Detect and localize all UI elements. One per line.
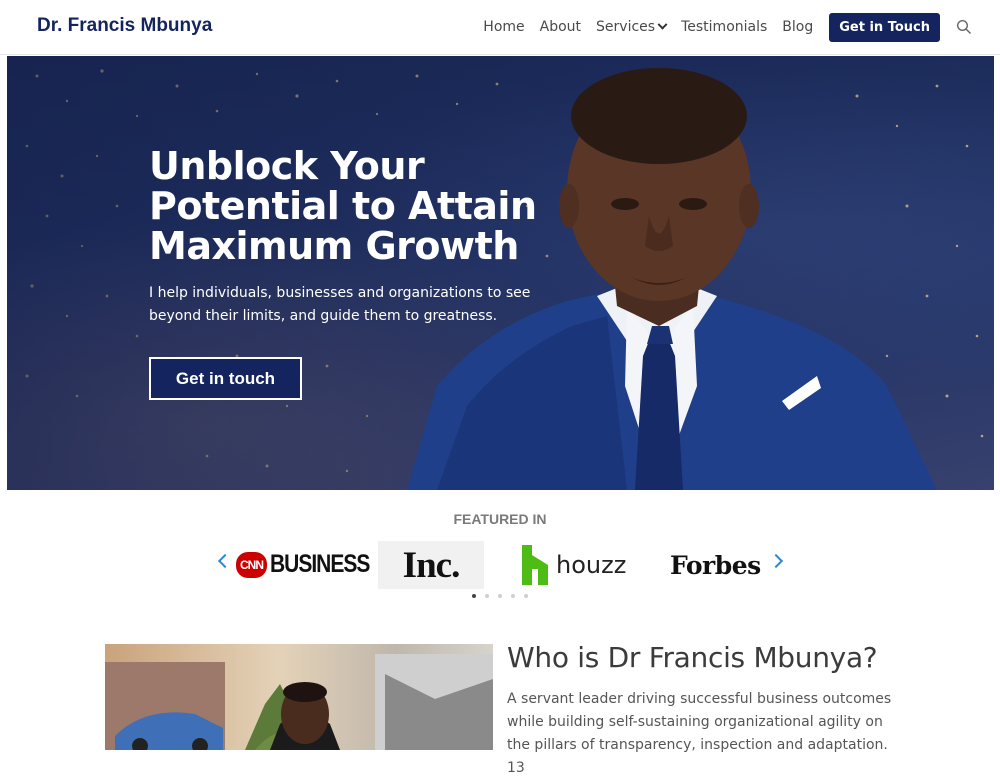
chevron-down-icon	[657, 19, 668, 30]
inc-wordmark: Inc.	[402, 544, 461, 586]
cnn-logo-badge: CNN	[236, 552, 267, 578]
about-title: Who is Dr Francis Mbunya?	[507, 641, 878, 674]
logo-cnn-business: CNN BUSINESS	[236, 541, 370, 589]
logo-inc: Inc.	[378, 541, 484, 589]
site-header: Dr. Francis Mbunya Home About Services T…	[0, 0, 1000, 55]
carousel-dot[interactable]	[472, 594, 476, 598]
carousel-dot[interactable]	[524, 594, 528, 598]
carousel-dot[interactable]	[485, 594, 489, 598]
featured-in-label: FEATURED IN	[453, 511, 547, 527]
nav-home[interactable]: Home	[483, 19, 524, 35]
nav-services[interactable]: Services	[596, 19, 668, 35]
nav-about[interactable]: About	[540, 19, 581, 35]
carousel-dot[interactable]	[511, 594, 515, 598]
carousel-dot[interactable]	[498, 594, 502, 598]
portrait-image	[407, 68, 937, 490]
main-nav: Home About Services Testimonials Blog Ge…	[468, 12, 972, 42]
site-brand[interactable]: Dr. Francis Mbunya	[37, 15, 212, 37]
carousel-pagination	[472, 594, 537, 598]
about-text: A servant leader driving successful busi…	[507, 691, 892, 776]
about-photo-scene	[105, 654, 493, 750]
hero-get-in-touch-button[interactable]: Get in touch	[149, 357, 302, 400]
houzz-icon	[522, 545, 548, 585]
carousel-prev-icon[interactable]	[217, 553, 233, 569]
search-icon[interactable]	[956, 19, 972, 35]
nav-testimonials[interactable]: Testimonials	[681, 19, 767, 35]
carousel-next-icon[interactable]	[768, 553, 784, 569]
hero-section: Unblock Your Potential to Attain Maximum…	[7, 56, 994, 490]
business-wordmark: BUSINESS	[270, 550, 370, 579]
hero-subtitle: I help individuals, businesses and organ…	[149, 285, 531, 324]
forbes-wordmark: Forbes	[670, 550, 761, 580]
houzz-wordmark: houzz	[556, 551, 627, 579]
logo-houzz: houzz	[522, 541, 626, 589]
about-photo	[105, 644, 493, 750]
logo-forbes: Forbes	[670, 541, 761, 589]
hero-title: Unblock Your Potential to Attain Maximum…	[149, 144, 537, 268]
get-in-touch-button[interactable]: Get in Touch	[829, 12, 940, 42]
nav-blog[interactable]: Blog	[782, 19, 813, 35]
nav-services-label: Services	[596, 19, 656, 35]
